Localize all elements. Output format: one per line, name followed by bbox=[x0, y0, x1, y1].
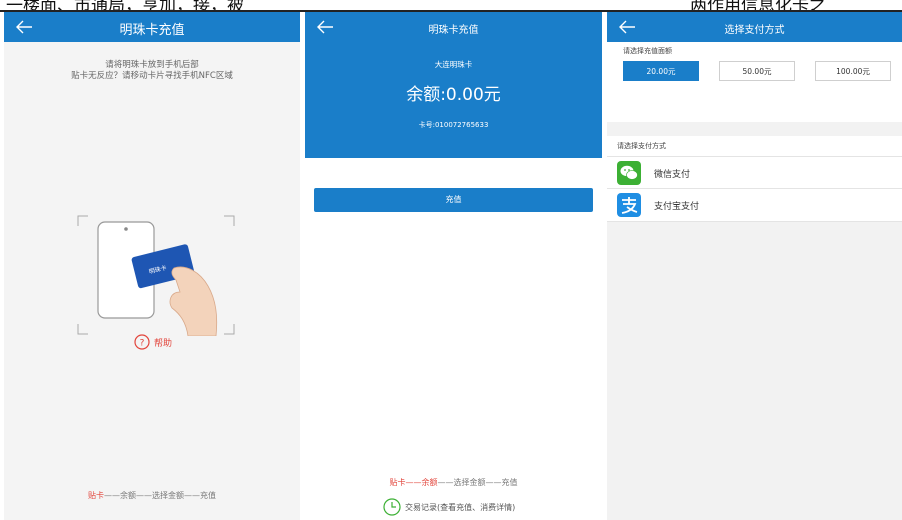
page-title: 明珠卡充值 bbox=[428, 25, 479, 36]
recharge-button[interactable]: 充值 bbox=[314, 188, 593, 212]
amount-section: 请选择充值面额 bbox=[607, 42, 902, 122]
hint-line: 请将明珠卡放到手机后部 bbox=[105, 60, 199, 70]
phone-card-illustration: 明珠卡 bbox=[77, 215, 235, 336]
amount-option-100[interactable]: 100.00元 bbox=[815, 61, 891, 81]
records-label: 交易记录(查看充值、消费详情) bbox=[405, 502, 516, 512]
pay-method-label: 请选择支付方式 bbox=[617, 142, 666, 150]
scan-hint: 请将明珠卡放到手机后部 贴卡无反应？请移动卡片寻找手机NFC区域 bbox=[4, 60, 300, 82]
payment-method-screen: 选择支付方式 请选择充值面额 20.00元 50.00元 100.00元 请选择… bbox=[607, 12, 902, 520]
step-rest: ——余额——选择金额——充值 bbox=[104, 491, 216, 500]
card-balance-panel: 明珠卡充值 大连明珠卡 余额:0.00元 卡号:010072765633 bbox=[305, 12, 602, 158]
progress-steps: 贴卡——余额——选择金额——充值 bbox=[305, 477, 602, 488]
top-bar: 选择支付方式 bbox=[607, 12, 902, 42]
pay-option-label: 微信支付 bbox=[654, 170, 691, 180]
pay-option-wechat[interactable]: 微信支付 bbox=[607, 156, 902, 189]
help-link[interactable]: ? 帮助 bbox=[134, 334, 172, 350]
amount-label: 请选择充值面额 bbox=[623, 47, 672, 55]
step-active: 贴卡 bbox=[88, 491, 104, 500]
cropped-text-right: 两作用信息化卡之 bbox=[690, 0, 826, 10]
amount-option-20[interactable]: 20.00元 bbox=[623, 61, 699, 81]
pay-option-label: 支付宝支付 bbox=[654, 202, 700, 212]
clock-icon bbox=[383, 498, 401, 516]
balance-screen: 明珠卡充值 大连明珠卡 余额:0.00元 卡号:010072765633 充值 … bbox=[305, 12, 602, 520]
question-circle-icon: ? bbox=[134, 334, 150, 350]
hint-line: 贴卡无反应？请移动卡片寻找手机NFC区域 bbox=[71, 71, 233, 81]
transaction-records-link[interactable]: 交易记录(查看充值、消费详情) bbox=[383, 498, 515, 516]
wechat-pay-icon bbox=[617, 161, 641, 185]
svg-text:?: ? bbox=[140, 339, 145, 349]
help-label: 帮助 bbox=[154, 338, 173, 349]
pay-option-alipay[interactable]: 支付宝支付 bbox=[607, 188, 902, 222]
page-title: 明珠卡充值 bbox=[119, 23, 185, 38]
cropped-header-strip: 一楼面、市通局，亨加，接，被 两作用信息化卡之 bbox=[0, 0, 902, 10]
step-active: 贴卡——余额 bbox=[389, 478, 438, 487]
page-title: 选择支付方式 bbox=[724, 25, 785, 36]
step-rest: ——选择金额——充值 bbox=[437, 478, 518, 487]
alipay-icon bbox=[617, 193, 641, 217]
cropped-text-left: 一楼面、市通局，亨加，接，被 bbox=[6, 0, 244, 10]
card-number: 卡号:010072765633 bbox=[418, 121, 489, 129]
nfc-scan-screen: 明珠卡充值 请将明珠卡放到手机后部 贴卡无反应？请移动卡片寻找手机NFC区域 明… bbox=[4, 12, 300, 520]
pay-method-header: 请选择支付方式 bbox=[607, 136, 902, 156]
progress-steps: 贴卡——余额——选择金额——充值 bbox=[4, 490, 300, 501]
card-name: 大连明珠卡 bbox=[434, 60, 473, 69]
amount-option-50[interactable]: 50.00元 bbox=[719, 61, 795, 81]
top-bar: 明珠卡充值 bbox=[4, 12, 300, 42]
balance-amount: 余额:0.00元 bbox=[406, 85, 501, 105]
